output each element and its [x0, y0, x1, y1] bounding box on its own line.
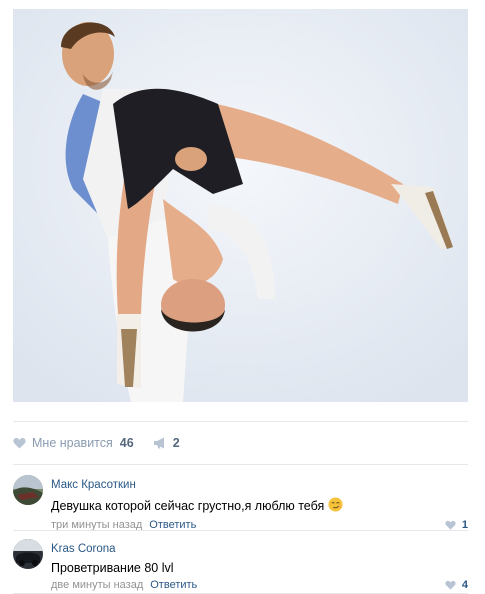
- divider: [13, 464, 468, 465]
- smirk-face-icon: [328, 497, 343, 515]
- like-button[interactable]: Мне нравится 46: [13, 436, 134, 450]
- comment-meta: две минуты назад Ответить: [51, 579, 468, 591]
- avatar[interactable]: [13, 539, 43, 569]
- post-actions: Мне нравится 46 2: [13, 430, 180, 456]
- share-button[interactable]: 2: [153, 436, 180, 450]
- avatar[interactable]: [13, 475, 43, 505]
- comment-like-button[interactable]: 4: [445, 579, 468, 591]
- comment-item: Kras Corona Проветривание 80 lvl две мин…: [13, 539, 468, 591]
- divider: [13, 421, 468, 422]
- comment-author[interactable]: Макс Красоткин: [51, 479, 136, 491]
- divider: [13, 530, 468, 531]
- heart-icon: [445, 520, 456, 530]
- comment-item: Макс Красоткин Девушка которой сейчас гр…: [13, 475, 468, 531]
- like-label: Мне нравится: [32, 436, 113, 450]
- comment-text: Девушка которой сейчас грустно,я люблю т…: [51, 497, 468, 515]
- comment-text: Проветривание 80 lvl: [51, 561, 174, 575]
- megaphone-icon: [153, 437, 164, 449]
- heart-icon: [445, 580, 456, 590]
- post-photo[interactable]: [13, 9, 468, 402]
- comment-time[interactable]: две минуты назад: [51, 579, 143, 591]
- reply-button[interactable]: Ответить: [150, 579, 197, 591]
- avatar-image: [13, 475, 43, 505]
- heart-icon: [13, 438, 26, 449]
- like-count: 46: [119, 436, 134, 450]
- comment-author[interactable]: Kras Corona: [51, 543, 116, 555]
- comment-like-count: 4: [461, 579, 468, 591]
- avatar-image: [13, 539, 43, 569]
- figure-skaters-image: [13, 9, 468, 402]
- share-count: 2: [172, 436, 180, 450]
